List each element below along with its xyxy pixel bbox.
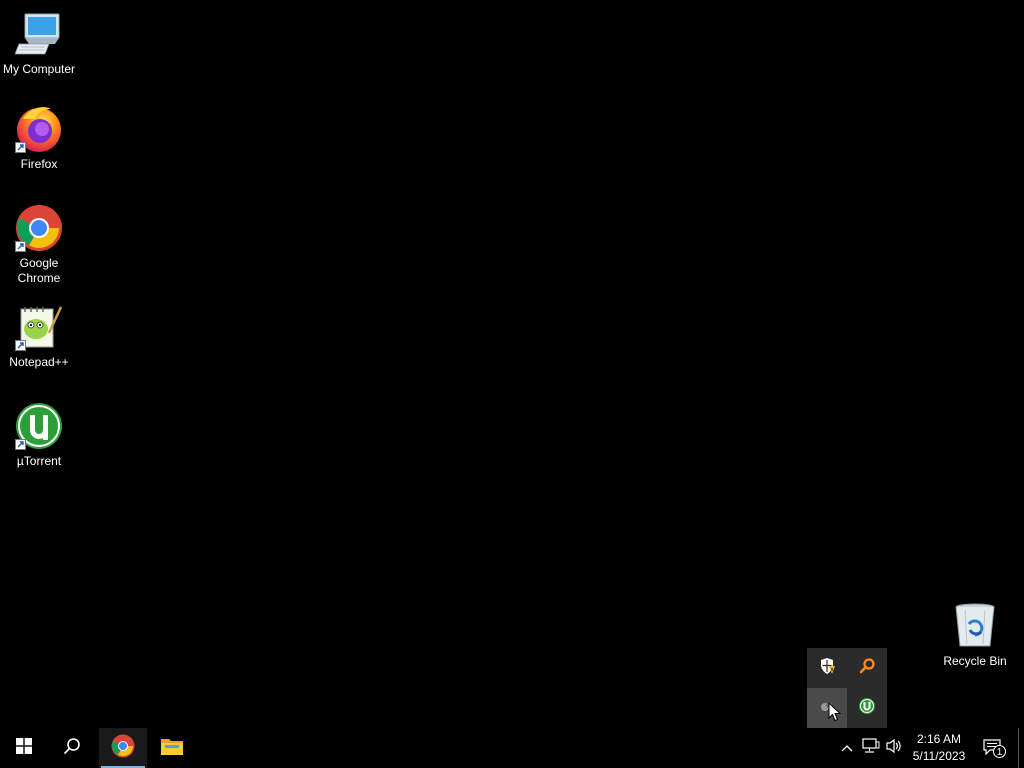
desktop-icon-utorrent[interactable]: µTorrent bbox=[1, 402, 77, 469]
windows-security-icon bbox=[818, 657, 836, 680]
start-button[interactable] bbox=[0, 728, 48, 768]
desktop-icon-label: Google Chrome bbox=[17, 256, 61, 285]
desktop-icon-my-computer[interactable]: My Computer bbox=[1, 10, 77, 77]
hidden-app-icon bbox=[818, 697, 836, 720]
clock-date: 5/11/2023 bbox=[912, 749, 966, 763]
speaker-icon bbox=[885, 738, 903, 759]
folder-icon bbox=[160, 736, 184, 761]
taskbar-chrome-button[interactable] bbox=[99, 728, 147, 768]
shortcut-arrow-icon bbox=[15, 142, 26, 153]
notification-count-badge: 1 bbox=[993, 745, 1006, 758]
clock-time: 2:16 AM bbox=[916, 732, 962, 746]
search-button[interactable] bbox=[48, 728, 96, 768]
desktop[interactable]: My Computer Firefox Google Chrome Notepa… bbox=[0, 0, 1024, 728]
chrome-icon bbox=[15, 204, 63, 252]
shortcut-arrow-icon bbox=[15, 241, 26, 252]
tray-item-search-tool[interactable] bbox=[847, 648, 887, 688]
show-desktop-button[interactable] bbox=[1018, 728, 1024, 768]
action-center-button[interactable]: 1 bbox=[979, 728, 1007, 768]
show-hidden-icons-button[interactable] bbox=[835, 728, 859, 768]
notification-icon: 1 bbox=[983, 739, 1006, 758]
taskbar-clock[interactable]: 2:16 AM 5/11/2023 bbox=[906, 728, 972, 768]
tray-item-hidden-app[interactable] bbox=[807, 688, 847, 728]
desktop-icon-google-chrome[interactable]: Google Chrome bbox=[1, 204, 77, 286]
search-tool-icon bbox=[858, 657, 876, 680]
utorrent-tray-icon bbox=[858, 697, 876, 720]
shortcut-arrow-icon bbox=[15, 439, 26, 450]
recycle-bin-icon bbox=[951, 602, 999, 650]
network-button[interactable] bbox=[859, 728, 883, 768]
desktop-icon-label: My Computer bbox=[2, 62, 76, 76]
shortcut-arrow-icon bbox=[15, 340, 26, 351]
volume-button[interactable] bbox=[882, 728, 906, 768]
desktop-icon-label: µTorrent bbox=[16, 454, 62, 468]
desktop-icon-label: Notepad++ bbox=[9, 355, 69, 369]
firefox-icon bbox=[15, 105, 63, 153]
taskbar: 2:16 AM 5/11/2023 1 bbox=[0, 728, 1024, 768]
taskbar-file-explorer-button[interactable] bbox=[148, 728, 196, 768]
windows-logo-icon bbox=[16, 737, 32, 759]
desktop-icon-notepad-plus-plus[interactable]: Notepad++ bbox=[1, 303, 77, 370]
tray-item-utorrent[interactable] bbox=[847, 688, 887, 728]
desktop-icon-label: Firefox bbox=[20, 157, 58, 171]
network-icon bbox=[862, 737, 880, 759]
desktop-icon-firefox[interactable]: Firefox bbox=[1, 105, 77, 172]
notepad-plus-plus-icon bbox=[15, 303, 63, 351]
desktop-icon-recycle-bin[interactable]: Recycle Bin bbox=[937, 602, 1013, 669]
chrome-icon bbox=[111, 734, 135, 763]
computer-icon bbox=[15, 10, 63, 58]
search-icon bbox=[63, 737, 81, 760]
tray-overflow-flyout bbox=[807, 648, 887, 728]
tray-item-windows-security[interactable] bbox=[807, 648, 847, 688]
utorrent-icon bbox=[15, 402, 63, 450]
chevron-up-icon bbox=[841, 739, 853, 757]
desktop-icon-label: Recycle Bin bbox=[943, 654, 1007, 668]
